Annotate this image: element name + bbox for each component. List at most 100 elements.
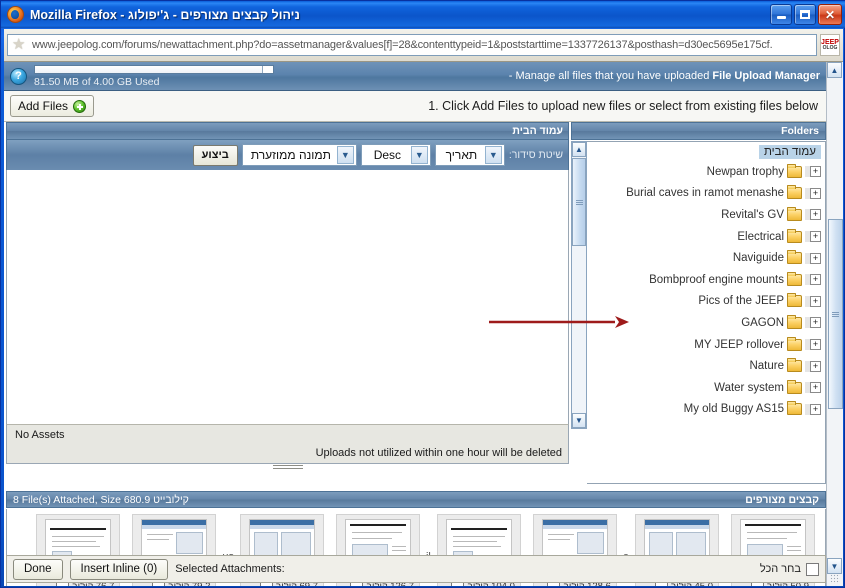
folders-panel: Folders עמוד הבית+Newpan trophy+Burial c… (571, 122, 826, 484)
firefox-window: ניהול קבצים מצורפים - ג'יפולוג - Mozilla… (0, 0, 845, 588)
expand-plus-icon[interactable]: + (810, 253, 821, 264)
quota-progress-track (34, 65, 274, 74)
expand-plus-icon[interactable]: + (810, 231, 821, 242)
folder-icon (787, 209, 802, 221)
folder-item[interactable]: + Burial caves in ramot menashe (587, 183, 825, 205)
window-resize-grip[interactable] (830, 574, 840, 584)
folder-icon (787, 360, 802, 372)
folders-list: עמוד הבית + Newpan trophy + Burial caves in … (587, 141, 826, 484)
close-button[interactable]: ✕ (818, 4, 842, 25)
panel-resize-gripper[interactable] (273, 465, 303, 471)
expand-plus-icon[interactable]: + (810, 209, 821, 220)
chevron-down-icon: ▼ (337, 146, 354, 164)
folder-item[interactable]: + Newpan trophy (587, 161, 825, 183)
folder-label: Burial caves in ramot menashe (622, 187, 784, 199)
window-controls: ✕ (770, 4, 842, 25)
done-button[interactable]: Done (13, 559, 63, 580)
folder-item[interactable]: +Pics of the JEEP (587, 291, 825, 313)
assets-list-body[interactable] (6, 170, 569, 424)
url-text: www.jeepolog.com/forums/newattachment.ph… (32, 39, 773, 51)
attachments-title: קבצים מצורפים (745, 494, 819, 506)
expand-plus-icon[interactable]: + (810, 361, 821, 372)
select-all-checkbox[interactable] (806, 563, 819, 576)
folder-icon (787, 166, 802, 178)
add-files-button[interactable]: Add Files (10, 95, 94, 117)
expand-plus-icon[interactable]: + (810, 382, 821, 393)
page-scroll-thumb[interactable] (828, 219, 843, 409)
expand-plus-icon[interactable]: + (810, 296, 821, 307)
close-icon: ✕ (819, 5, 841, 24)
assets-footer: No Assets Uploads not utilized within on… (6, 424, 569, 464)
site-favicon: JEEP OLOG (820, 34, 840, 56)
minimize-button[interactable] (770, 4, 792, 25)
folder-label: Newpan trophy (703, 166, 784, 178)
folder-item[interactable]: + MY JEEP rollover (587, 334, 825, 356)
sort-field-select[interactable]: ▼ תאריך (435, 144, 505, 166)
folder-item[interactable]: +GAGON (587, 312, 825, 334)
quota-bar: ? 81.50 MB of 4.00 GB Used - Manage all … (4, 62, 828, 91)
page-scroll-up-icon[interactable]: ▲ (827, 62, 842, 78)
bookmark-star-icon[interactable] (12, 38, 27, 53)
add-files-hint: 1. Click Add Files to upload new files o… (94, 99, 822, 113)
expand-plus-icon[interactable]: + (810, 274, 821, 285)
folder-label: Revital's GV (717, 209, 784, 221)
attachments-action-bar: בחר הכל Selected Attachments: Insert Inl… (6, 555, 826, 583)
folder-item[interactable]: + Bombproof engine mounts (587, 269, 825, 291)
page-scroll-down-icon[interactable]: ▼ (827, 558, 842, 574)
maximize-button[interactable] (794, 4, 816, 25)
url-input[interactable]: www.jeepolog.com/forums/newattachment.ph… (7, 34, 817, 56)
folder-label: Nature (745, 360, 784, 372)
folder-label: Naviguide (729, 252, 784, 264)
upload-manager-heading: - Manage all files that you have uploade… (274, 70, 822, 82)
insert-inline-button[interactable]: Insert Inline (0) (70, 559, 169, 580)
folder-label: MY JEEP rollover (690, 339, 784, 351)
assets-panel-header: עמוד הבית (6, 122, 569, 140)
upload-expiry-note: Uploads not utilized within one hour wil… (316, 447, 562, 459)
upload-manager-title: File Upload Manager (712, 70, 820, 82)
quota-usage: 81.50 MB of 4.00 GB Used (34, 65, 274, 88)
folder-item[interactable]: + Nature (587, 355, 825, 377)
selected-attachments-label: Selected Attachments: (175, 563, 284, 575)
folder-item[interactable]: + Naviguide (587, 247, 825, 269)
folder-icon (787, 274, 802, 286)
attachments-summary: 8 File(s) Attached, Size 680.9 קילובייט (13, 494, 189, 506)
page-content: ? 81.50 MB of 4.00 GB Used - Manage all … (4, 62, 843, 586)
assets-panel: עמוד הבית שיטת סידור: ▼ תאריך ▼ Desc ▼ ת… (6, 122, 569, 484)
apply-sort-button[interactable]: ביצוע (193, 145, 238, 166)
folder-icon (787, 231, 802, 243)
folder-item[interactable]: עמוד הבית (587, 142, 825, 161)
maximize-icon (795, 5, 815, 24)
sort-direction-value: Desc (364, 148, 411, 162)
no-assets-text: No Assets (15, 429, 65, 441)
chevron-down-icon: ▼ (485, 146, 502, 164)
expand-plus-icon[interactable]: + (810, 188, 821, 199)
sort-direction-select[interactable]: ▼ Desc (361, 144, 431, 166)
folder-icon (787, 295, 802, 307)
folder-item[interactable]: +Electrical (587, 226, 825, 248)
expand-plus-icon[interactable]: + (810, 404, 821, 415)
page-scrollbar[interactable]: ▲ ▼ (826, 62, 843, 586)
folder-item[interactable]: +My old Buggy AS15 (587, 399, 825, 421)
expand-plus-icon[interactable]: + (810, 339, 821, 350)
sort-field-value: תאריך (438, 148, 485, 162)
address-bar: www.jeepolog.com/forums/newattachment.ph… (4, 29, 843, 62)
folder-item[interactable]: + Water system (587, 377, 825, 399)
window-title: ניהול קבצים מצורפים - ג'יפולוג - Mozilla… (28, 8, 770, 22)
upload-manager-subtitle: - Manage all files that you have uploade… (509, 70, 710, 82)
minimize-icon (771, 5, 791, 24)
add-files-label: Add Files (18, 99, 68, 113)
folder-label: Bombproof engine mounts (645, 274, 784, 286)
folder-item[interactable]: + Revital's GV (587, 204, 825, 226)
expand-plus-icon[interactable]: + (810, 317, 821, 328)
select-all-label: בחר הכל (760, 563, 801, 575)
quota-usage-text: 81.50 MB of 4.00 GB Used (34, 76, 274, 88)
folder-label: Water system (710, 382, 784, 394)
add-files-row: Add Files 1. Click Add Files to upload n… (4, 91, 828, 122)
help-icon[interactable]: ? (10, 68, 27, 85)
select-all-group[interactable]: בחר הכל (760, 563, 819, 576)
title-bar: ניהול קבצים מצורפים - ג'יפולוג - Mozilla… (1, 1, 845, 28)
folder-icon (787, 252, 802, 264)
expand-plus-icon[interactable]: + (810, 166, 821, 177)
view-mode-select[interactable]: ▼ תמונה ממוזערת (242, 144, 357, 166)
folder-icon (787, 382, 802, 394)
